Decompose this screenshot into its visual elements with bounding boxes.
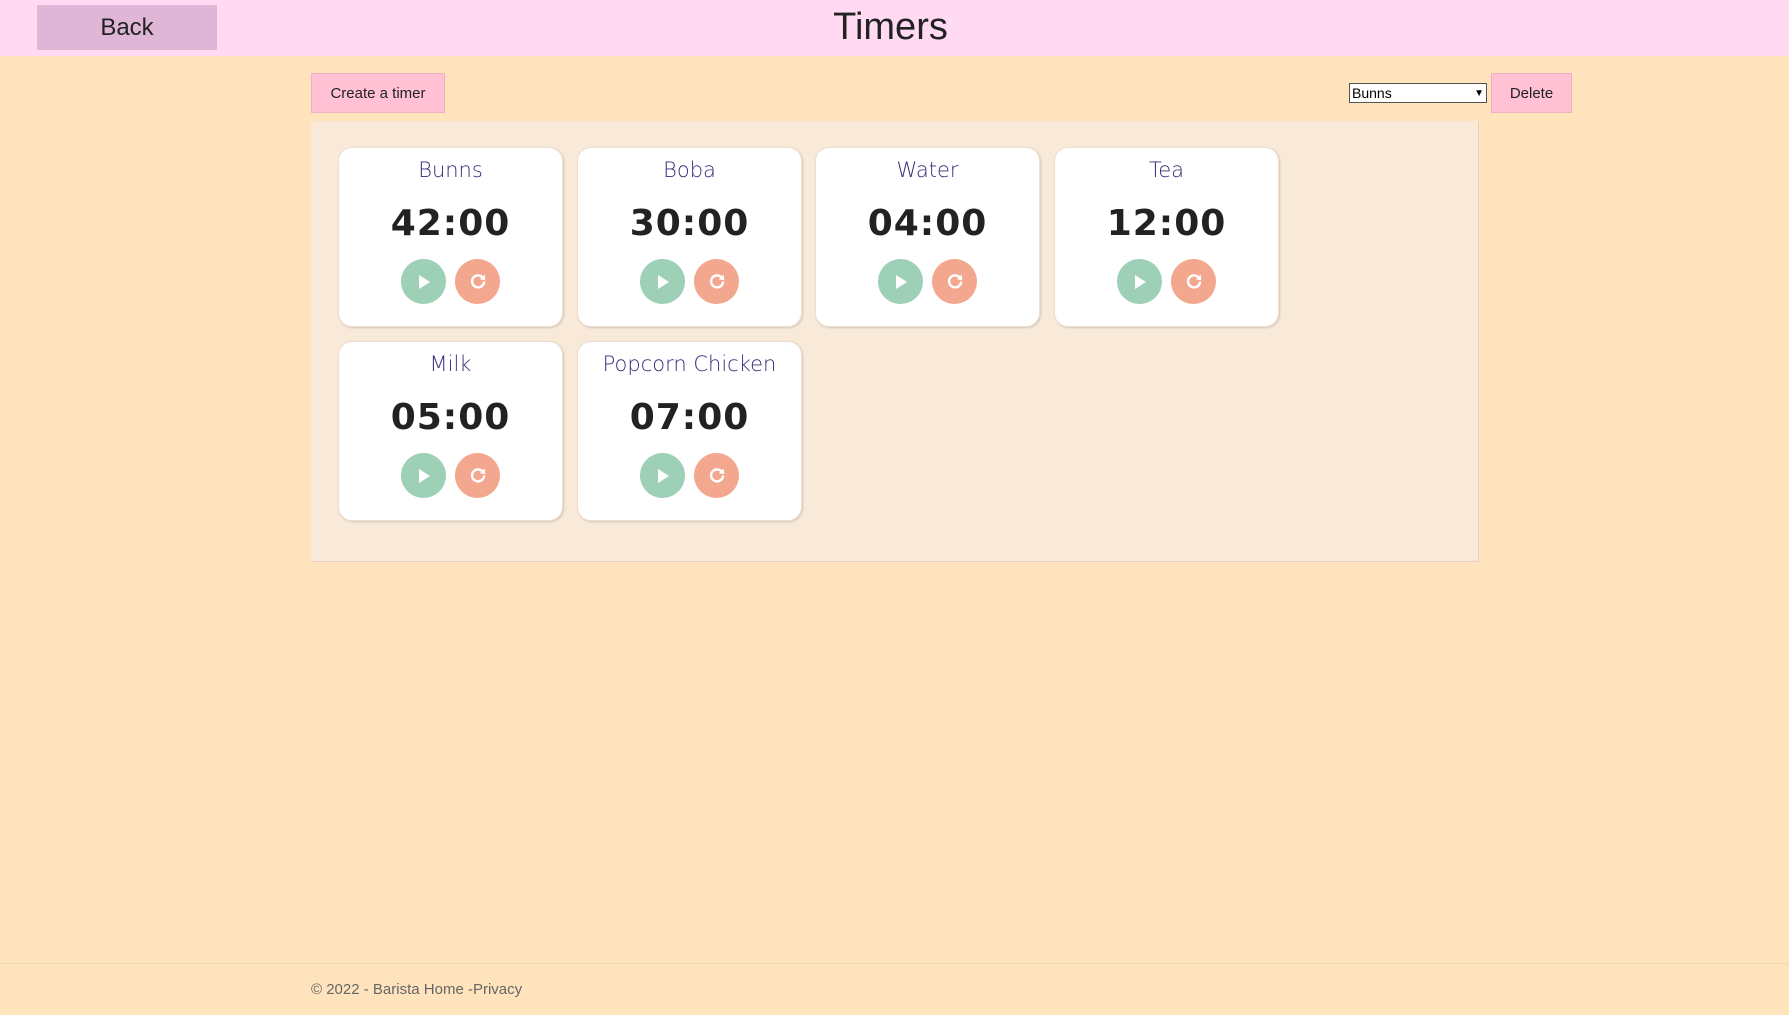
play-icon: [657, 468, 669, 483]
chevron-down-icon: ▼: [1474, 87, 1484, 99]
timer-select-dropdown[interactable]: Bunns ▼: [1349, 83, 1487, 103]
timer-time: 30:00: [629, 203, 750, 244]
play-icon: [895, 274, 907, 289]
reset-icon: [470, 273, 485, 289]
timer-select-value: Bunns: [1352, 85, 1392, 101]
create-timer-button[interactable]: Create a timer: [311, 73, 445, 113]
play-button[interactable]: [1117, 259, 1162, 304]
timer-card: Milk 05:00: [338, 341, 563, 521]
timer-name: Boba: [663, 158, 716, 182]
play-button[interactable]: [640, 453, 685, 498]
reset-icon: [470, 467, 485, 483]
play-icon: [418, 468, 430, 483]
reset-button[interactable]: [694, 259, 739, 304]
timer-card: Water 04:00: [815, 147, 1040, 327]
privacy-link[interactable]: Privacy: [473, 981, 522, 998]
footer: © 2022 - Barista Home -Privacy: [311, 981, 522, 998]
timer-controls: [816, 259, 1039, 304]
timer-time: 04:00: [867, 203, 988, 244]
timer-controls: [339, 259, 562, 304]
play-button[interactable]: [401, 453, 446, 498]
timer-time: 07:00: [629, 397, 750, 438]
reset-button[interactable]: [455, 453, 500, 498]
reset-icon: [947, 273, 962, 289]
timers-panel: Bunns 42:00 Boba 30:00 Water 04:00 Tea 1…: [311, 121, 1479, 562]
reset-icon: [709, 467, 724, 483]
timer-name: Tea: [1148, 158, 1185, 182]
reset-icon: [1186, 273, 1201, 289]
play-icon: [1134, 274, 1146, 289]
reset-button[interactable]: [455, 259, 500, 304]
timer-name: Water: [896, 158, 959, 182]
timer-name: Milk: [429, 352, 472, 376]
play-icon: [657, 274, 669, 289]
timer-controls: [1055, 259, 1278, 304]
timer-name: Bunns: [418, 158, 483, 182]
footer-divider: [0, 963, 1789, 964]
timer-time: 42:00: [390, 203, 511, 244]
reset-button[interactable]: [694, 453, 739, 498]
reset-icon: [709, 273, 724, 289]
timer-controls: [578, 259, 801, 304]
timer-card: Bunns 42:00: [338, 147, 563, 327]
timer-card: Popcorn Chicken 07:00: [577, 341, 802, 521]
timer-controls: [339, 453, 562, 498]
timer-controls: [578, 453, 801, 498]
timer-card: Boba 30:00: [577, 147, 802, 327]
timer-card: Tea 12:00: [1054, 147, 1279, 327]
delete-button[interactable]: Delete: [1491, 73, 1572, 113]
play-icon: [418, 274, 430, 289]
top-bar: Back Timers: [0, 0, 1789, 56]
play-button[interactable]: [401, 259, 446, 304]
footer-copyright: © 2022 - Barista Home -: [311, 981, 473, 998]
play-button[interactable]: [640, 259, 685, 304]
page-title: Timers: [833, 6, 948, 48]
timer-name: Popcorn Chicken: [602, 352, 777, 376]
timer-time: 12:00: [1106, 203, 1227, 244]
reset-button[interactable]: [1171, 259, 1216, 304]
play-button[interactable]: [878, 259, 923, 304]
timer-time: 05:00: [390, 397, 511, 438]
reset-button[interactable]: [932, 259, 977, 304]
